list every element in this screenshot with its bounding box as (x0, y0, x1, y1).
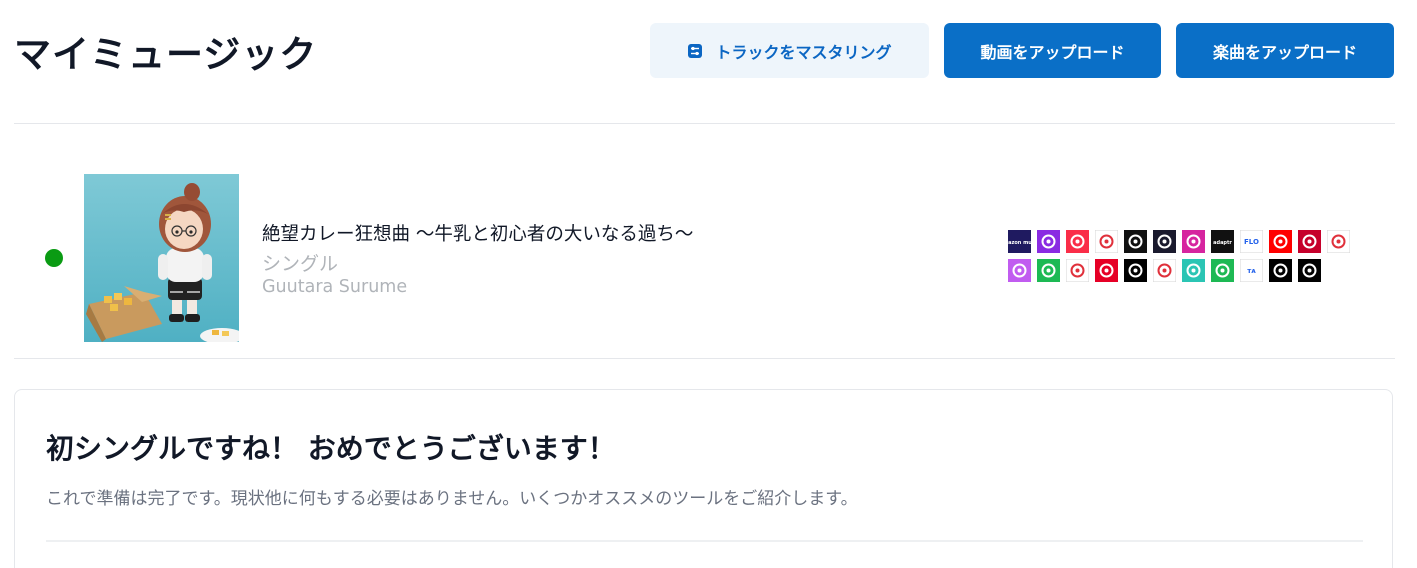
pandora-icon[interactable] (1153, 259, 1176, 282)
svg-text:amazon music: amazon music (1008, 240, 1031, 246)
album-cover[interactable] (84, 174, 239, 342)
page-title: マイミュージック (14, 33, 318, 76)
release-artist: Guutara Surume (262, 277, 408, 297)
release-divider (14, 358, 1395, 359)
youtube-music-icon[interactable] (1269, 230, 1292, 253)
qobuz-icon[interactable] (1124, 259, 1147, 282)
tiktok-icon[interactable] (1298, 259, 1321, 282)
card-description: これで準備は完了です。現状他に何もする必要はありません。いくつかオススメのツール… (46, 489, 858, 509)
joox-icon[interactable] (1037, 259, 1060, 282)
soundcloud-like-icon[interactable] (1066, 259, 1089, 282)
tidal-like-icon[interactable]: ᴛᴀ (1240, 259, 1263, 282)
upload-video-button[interactable]: 動画をアップロード (944, 23, 1161, 78)
amazon-music-icon[interactable]: amazon music (1008, 230, 1031, 253)
svg-text:adaptr: adaptr (1213, 240, 1232, 246)
mixcloud-icon[interactable] (1095, 230, 1118, 253)
iheartradio-icon[interactable] (1298, 230, 1321, 253)
svg-text:FLO: FLO (1244, 238, 1259, 246)
store-icons: amazon music adaptr FLO ᴛᴀ (1008, 230, 1350, 282)
sliders-icon (687, 43, 703, 59)
netease-icon[interactable] (1095, 259, 1118, 282)
card-divider (46, 540, 1363, 542)
tidal-icon[interactable] (1269, 259, 1292, 282)
status-indicator (45, 249, 63, 267)
release-row[interactable]: 絶望カレー狂想曲 〜牛乳と初心者の大いなる過ち〜 シングル Guutara Su… (14, 124, 1395, 358)
itunes-icon[interactable] (1008, 259, 1031, 282)
release-type: シングル (262, 253, 339, 275)
kkbox-icon[interactable] (1327, 230, 1350, 253)
anghami-icon[interactable] (1037, 230, 1060, 253)
apple-music-icon[interactable] (1066, 230, 1089, 253)
upload-music-button[interactable]: 楽曲をアップロード (1176, 23, 1394, 78)
release-title[interactable]: 絶望カレー狂想曲 〜牛乳と初心者の大いなる過ち〜 (262, 220, 693, 246)
instagram-icon[interactable] (1182, 230, 1205, 253)
my-music-page: マイミュージック トラックをマスタリング 動画をアップロード 楽曲をアップロード (0, 0, 1417, 568)
deezer-icon[interactable] (1153, 230, 1176, 253)
svg-text:ᴛᴀ: ᴛᴀ (1247, 267, 1256, 275)
card-title: 初シングルですね！ おめでとうございます！ (46, 432, 616, 465)
master-track-label: トラックをマスタリング (715, 42, 892, 62)
spotify-icon[interactable] (1211, 259, 1234, 282)
adaptr-icon[interactable]: adaptr (1211, 230, 1234, 253)
jiosaavn-icon[interactable] (1182, 259, 1205, 282)
master-track-button[interactable]: トラックをマスタリング (650, 23, 929, 78)
boomplay-icon[interactable] (1124, 230, 1147, 253)
flo-icon[interactable]: FLO (1240, 230, 1263, 253)
recommendation-card: 初シングルですね！ おめでとうございます！ これで準備は完了です。現状他に何もす… (14, 389, 1393, 568)
